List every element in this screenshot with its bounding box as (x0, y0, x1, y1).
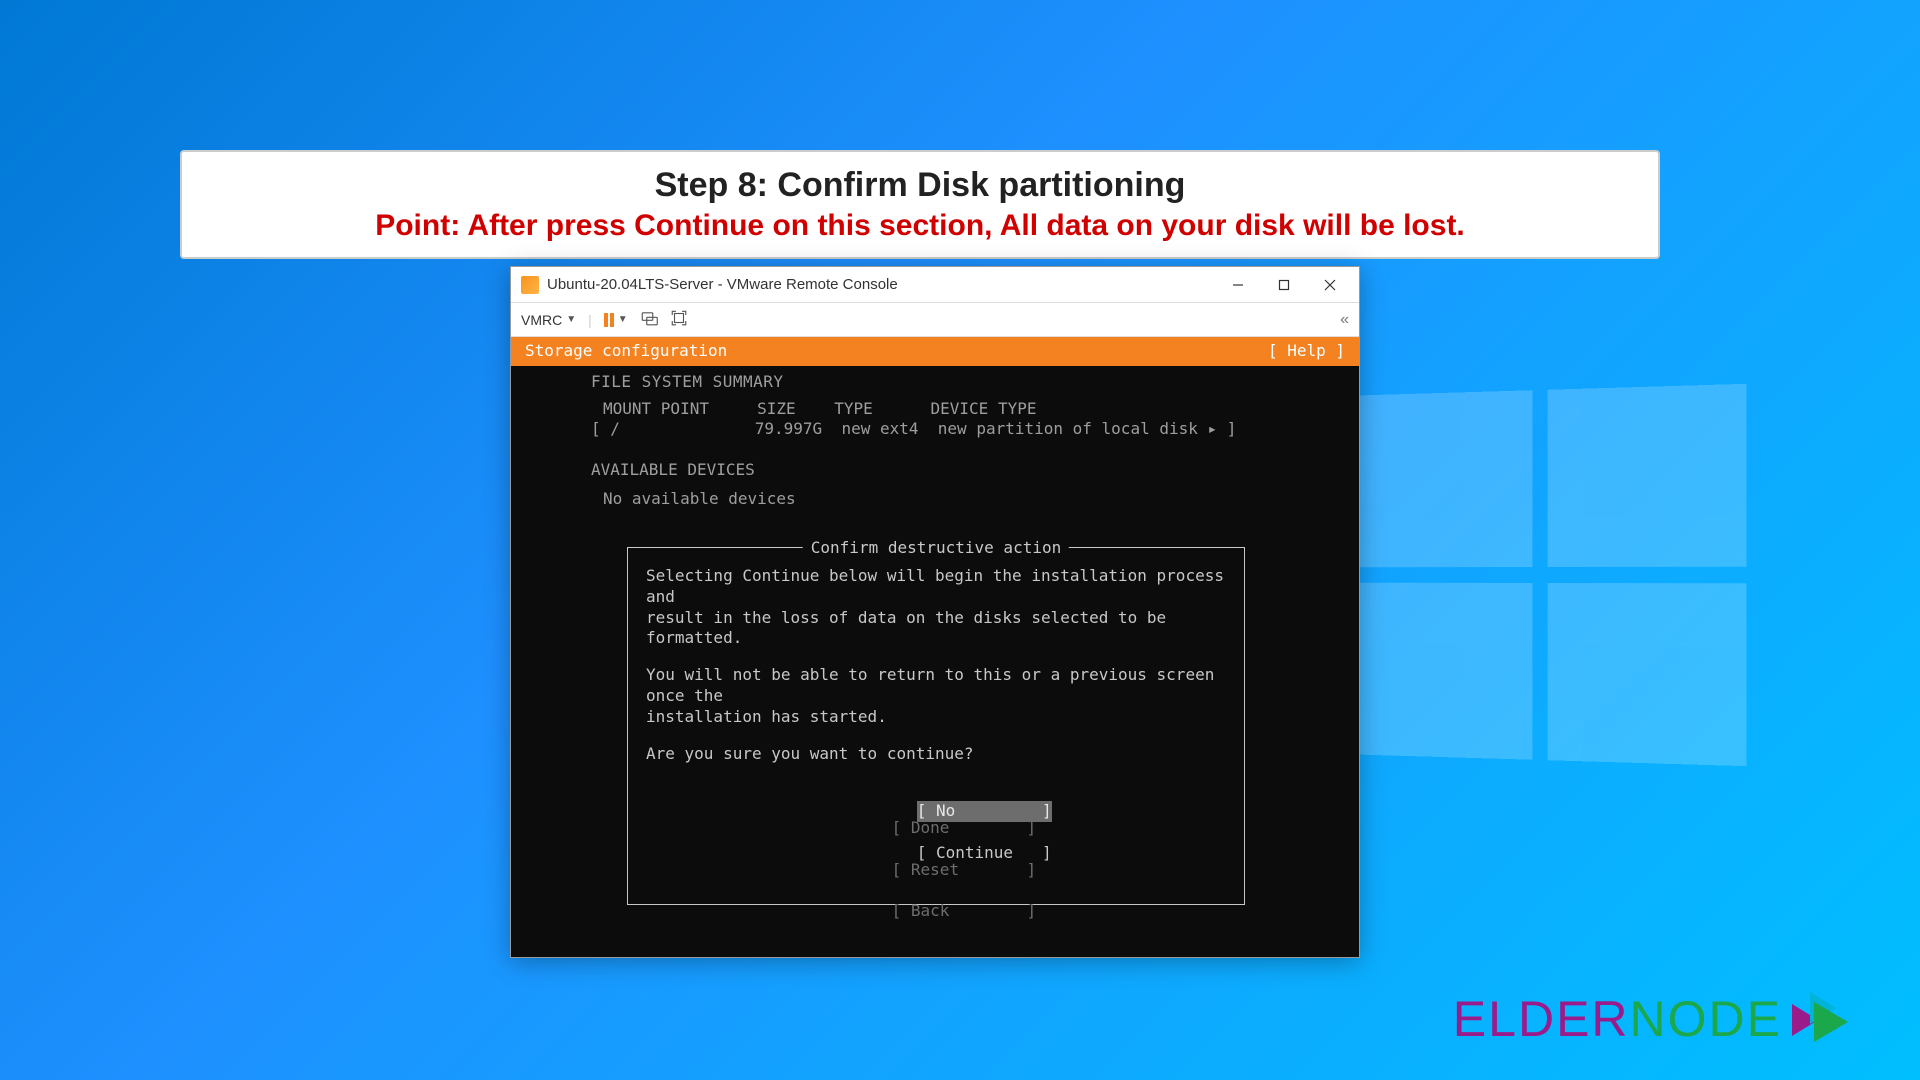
windows-logo (1347, 384, 1747, 766)
no-available-devices: No available devices (511, 481, 1359, 510)
fullscreen-button[interactable] (670, 309, 688, 330)
chevron-down-icon: ▼ (618, 314, 628, 325)
fs-summary-title: FILE SYSTEM SUMMARY (511, 366, 1359, 393)
back-button[interactable]: [ Back ] (892, 901, 1037, 920)
close-button[interactable] (1307, 270, 1353, 300)
available-devices-title: AVAILABLE DEVICES (511, 440, 1359, 481)
dialog-paragraph-2: You will not be able to return to this o… (646, 665, 1226, 727)
eldernode-icon (1788, 988, 1850, 1050)
vmrc-menu[interactable]: VMRC ▼ (521, 312, 576, 328)
minimize-icon (1232, 279, 1244, 291)
done-button[interactable]: [ Done ] (892, 818, 1037, 837)
step-warning: Point: After press Continue on this sect… (202, 209, 1638, 243)
pause-icon (604, 313, 614, 327)
step-title: Step 8: Confirm Disk partitioning (202, 166, 1638, 205)
installer-header: Storage configuration [ Help ] (511, 337, 1359, 366)
eldernode-logo: ELDERNODE (1453, 988, 1850, 1050)
reset-button[interactable]: [ Reset ] (892, 860, 1037, 879)
vmware-window: Ubuntu-20.04LTS-Server - VMware Remote C… (510, 266, 1360, 958)
window-title: Ubuntu-20.04LTS-Server - VMware Remote C… (547, 276, 898, 293)
brand-node: NODE (1630, 991, 1782, 1047)
send-keys-icon (640, 309, 658, 327)
close-icon (1324, 279, 1336, 291)
dialog-title: Confirm destructive action (803, 538, 1069, 559)
dialog-paragraph-3: Are you sure you want to continue? (646, 744, 1226, 765)
fullscreen-icon (670, 309, 688, 327)
window-titlebar: Ubuntu-20.04LTS-Server - VMware Remote C… (511, 267, 1359, 303)
header-title: Storage configuration (525, 341, 727, 362)
instruction-box: Step 8: Confirm Disk partitioning Point:… (180, 150, 1660, 259)
dialog-paragraph-1: Selecting Continue below will begin the … (646, 566, 1226, 649)
maximize-icon (1278, 279, 1290, 291)
minimize-button[interactable] (1215, 270, 1261, 300)
chevron-down-icon: ▼ (566, 314, 576, 325)
brand-elder: ELDER (1453, 991, 1630, 1047)
fs-columns: MOUNT POINT SIZE TYPE DEVICE TYPE (511, 393, 1359, 420)
help-button[interactable]: [ Help ] (1268, 341, 1345, 362)
installer-terminal[interactable]: Storage configuration [ Help ] FILE SYST… (511, 337, 1359, 957)
fs-row[interactable]: [ / 79.997G new ext4 new partition of lo… (511, 419, 1359, 440)
vmrc-menu-label: VMRC (521, 312, 562, 328)
maximize-button[interactable] (1261, 270, 1307, 300)
bottom-buttons: [ Done ] [ Reset ] [ Back ] (511, 797, 1359, 943)
vmware-icon (521, 276, 539, 294)
collapse-toolbar-button[interactable]: « (1340, 311, 1349, 329)
vmware-toolbar: VMRC ▼ | ▼ « (511, 303, 1359, 337)
send-keys-button[interactable] (640, 309, 658, 330)
pause-button[interactable]: ▼ (604, 313, 628, 327)
